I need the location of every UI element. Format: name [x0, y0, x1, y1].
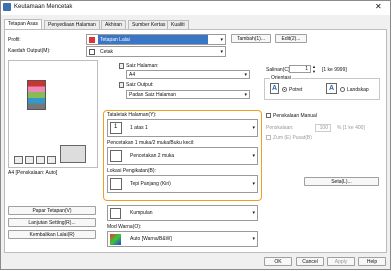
output-size-value: Padan Saiz Halaman [129, 92, 176, 98]
profile-select[interactable]: Tetapan Lalai ▾ [86, 34, 226, 45]
print-icon [89, 49, 95, 55]
chevron-down-icon: ▾ [252, 181, 255, 187]
tab-quality[interactable]: Kualiti [167, 20, 189, 29]
page-size-icon [119, 63, 124, 69]
edit-profile-button[interactable]: Edit(2)... [275, 34, 307, 43]
page-preview-image [27, 80, 46, 110]
settings-button[interactable]: Seta(L)... [304, 177, 379, 186]
profile-icon [89, 37, 95, 43]
finishing-view-icon[interactable] [14, 156, 23, 164]
chevron-down-icon: ▾ [244, 71, 247, 78]
chevron-down-icon: ▾ [244, 91, 247, 98]
copies-input[interactable]: 1 [289, 65, 311, 73]
landscape-radio[interactable] [340, 87, 345, 92]
manual-scaling-checkbox[interactable] [266, 113, 271, 118]
window-title: Keutamaan Mencetak [14, 4, 73, 10]
chevron-down-icon: ▾ [252, 210, 255, 216]
copies-label: Salinan(C): [266, 67, 292, 73]
center-zoom-checkbox[interactable] [266, 135, 271, 140]
output-size-icon [119, 82, 124, 88]
landscape-label: Landskap [347, 87, 369, 93]
binding-label: Lokasi Pengikatan(B): [107, 168, 156, 174]
duplex-label: Pencetakan 1 muka/2 muka/Buku kecil: [107, 140, 195, 146]
cancel-button[interactable]: Cancel [296, 257, 324, 266]
tab-basic-settings[interactable]: Tetapan Asas [4, 19, 43, 29]
page-view-icon[interactable] [36, 156, 45, 164]
layout-view-icon[interactable] [25, 156, 34, 164]
copies-value: 1 [305, 66, 308, 72]
color-mode-label: Mod Warna(O): [107, 224, 142, 230]
page-size-label: Saiz Halaman: [126, 63, 159, 69]
close-button[interactable]: ✕ [375, 3, 382, 11]
tab-page-setup[interactable]: Penyediaan Halaman [44, 20, 100, 29]
tab-finishing[interactable]: Akhiran [101, 20, 126, 29]
chevron-down-icon: ▾ [252, 236, 255, 242]
view-settings-button[interactable]: Papar Tetapan(V) [8, 206, 96, 215]
output-method-value: Cetak [100, 49, 114, 55]
profile-value: Tetapan Lalai [100, 37, 130, 43]
color-mode-select[interactable]: Auto [Warna/B&W] ▾ [107, 231, 258, 247]
page-layout-label: Tataletak Halaman(Y): [107, 112, 157, 118]
chevron-down-icon: ▾ [252, 125, 255, 131]
tab-paper-source[interactable]: Sumber Kertas [128, 20, 170, 29]
profile-label: Profil: [8, 37, 21, 43]
printer-illustration-icon [60, 145, 86, 163]
printer-view-icon[interactable] [47, 156, 56, 164]
help-button[interactable]: Help [358, 257, 386, 266]
ok-button[interactable]: OK [264, 257, 292, 266]
page-layout-select[interactable]: 1 1 atas 1 ▾ [107, 119, 258, 137]
binding-edge-icon [110, 178, 122, 190]
output-method-label: Kaedah Output(M): [8, 48, 51, 54]
center-zoom-label: Zum (E) Pusat(B) [273, 135, 312, 141]
portrait-label: Potret [289, 87, 303, 93]
chevron-down-icon: ▾ [220, 48, 223, 55]
chevron-down-icon: ▾ [252, 153, 255, 159]
finishing-value: Kumpulan [130, 210, 153, 216]
orientation-label: Orientasi [270, 75, 293, 81]
scaling-input[interactable]: 100 [315, 124, 331, 132]
output-size-label: Saiz Output: [126, 82, 154, 88]
portrait-radio[interactable] [282, 87, 287, 92]
manual-scaling-label: Penskalaan Manual [273, 113, 317, 119]
scaling-range: % [1 ke 400] [337, 125, 365, 131]
color-mode-value: Auto [Warna/B&W] [130, 236, 172, 242]
add-profile-button[interactable]: Tambah(1)... [231, 34, 271, 43]
copies-range: [1 ke 9999] [322, 67, 347, 73]
page-size-value: A4 [129, 72, 136, 78]
output-size-select[interactable]: Padan Saiz Halaman ▾ [126, 90, 250, 99]
page-layout-value: 1 atas 1 [130, 125, 148, 131]
preview-caption: A4 [Penskalaan: Auto] [8, 170, 58, 176]
copies-stepper-icon[interactable]: ▲ ▼ [312, 64, 316, 74]
binding-select[interactable]: Tepi Panjang (Kiri) ▾ [107, 175, 258, 193]
duplex-icon [110, 150, 122, 162]
color-icon [110, 234, 121, 245]
scaling-value: 100 [319, 125, 328, 131]
preview-tools [14, 145, 86, 165]
binding-value: Tepi Panjang (Kiri) [130, 181, 171, 187]
collate-icon [110, 208, 121, 219]
restore-defaults-button[interactable]: Kembalikan Lalai(R) [8, 230, 96, 239]
apply-button[interactable]: Apply [327, 257, 355, 266]
page-size-select[interactable]: A4 ▾ [126, 70, 250, 79]
duplex-select[interactable]: Pencetakan 2 muka ▾ [107, 147, 258, 165]
duplex-value: Pencetakan 2 muka [130, 153, 175, 159]
output-method-select[interactable]: Cetak ▾ [86, 46, 226, 57]
finishing-select[interactable]: Kumpulan ▾ [107, 205, 258, 221]
advanced-settings-button[interactable]: Lanjutan Setting(R)... [8, 218, 96, 227]
chevron-down-icon: ▾ [220, 36, 223, 43]
printer-icon [3, 3, 11, 11]
scaling-label: Penskalaan: [266, 125, 294, 131]
